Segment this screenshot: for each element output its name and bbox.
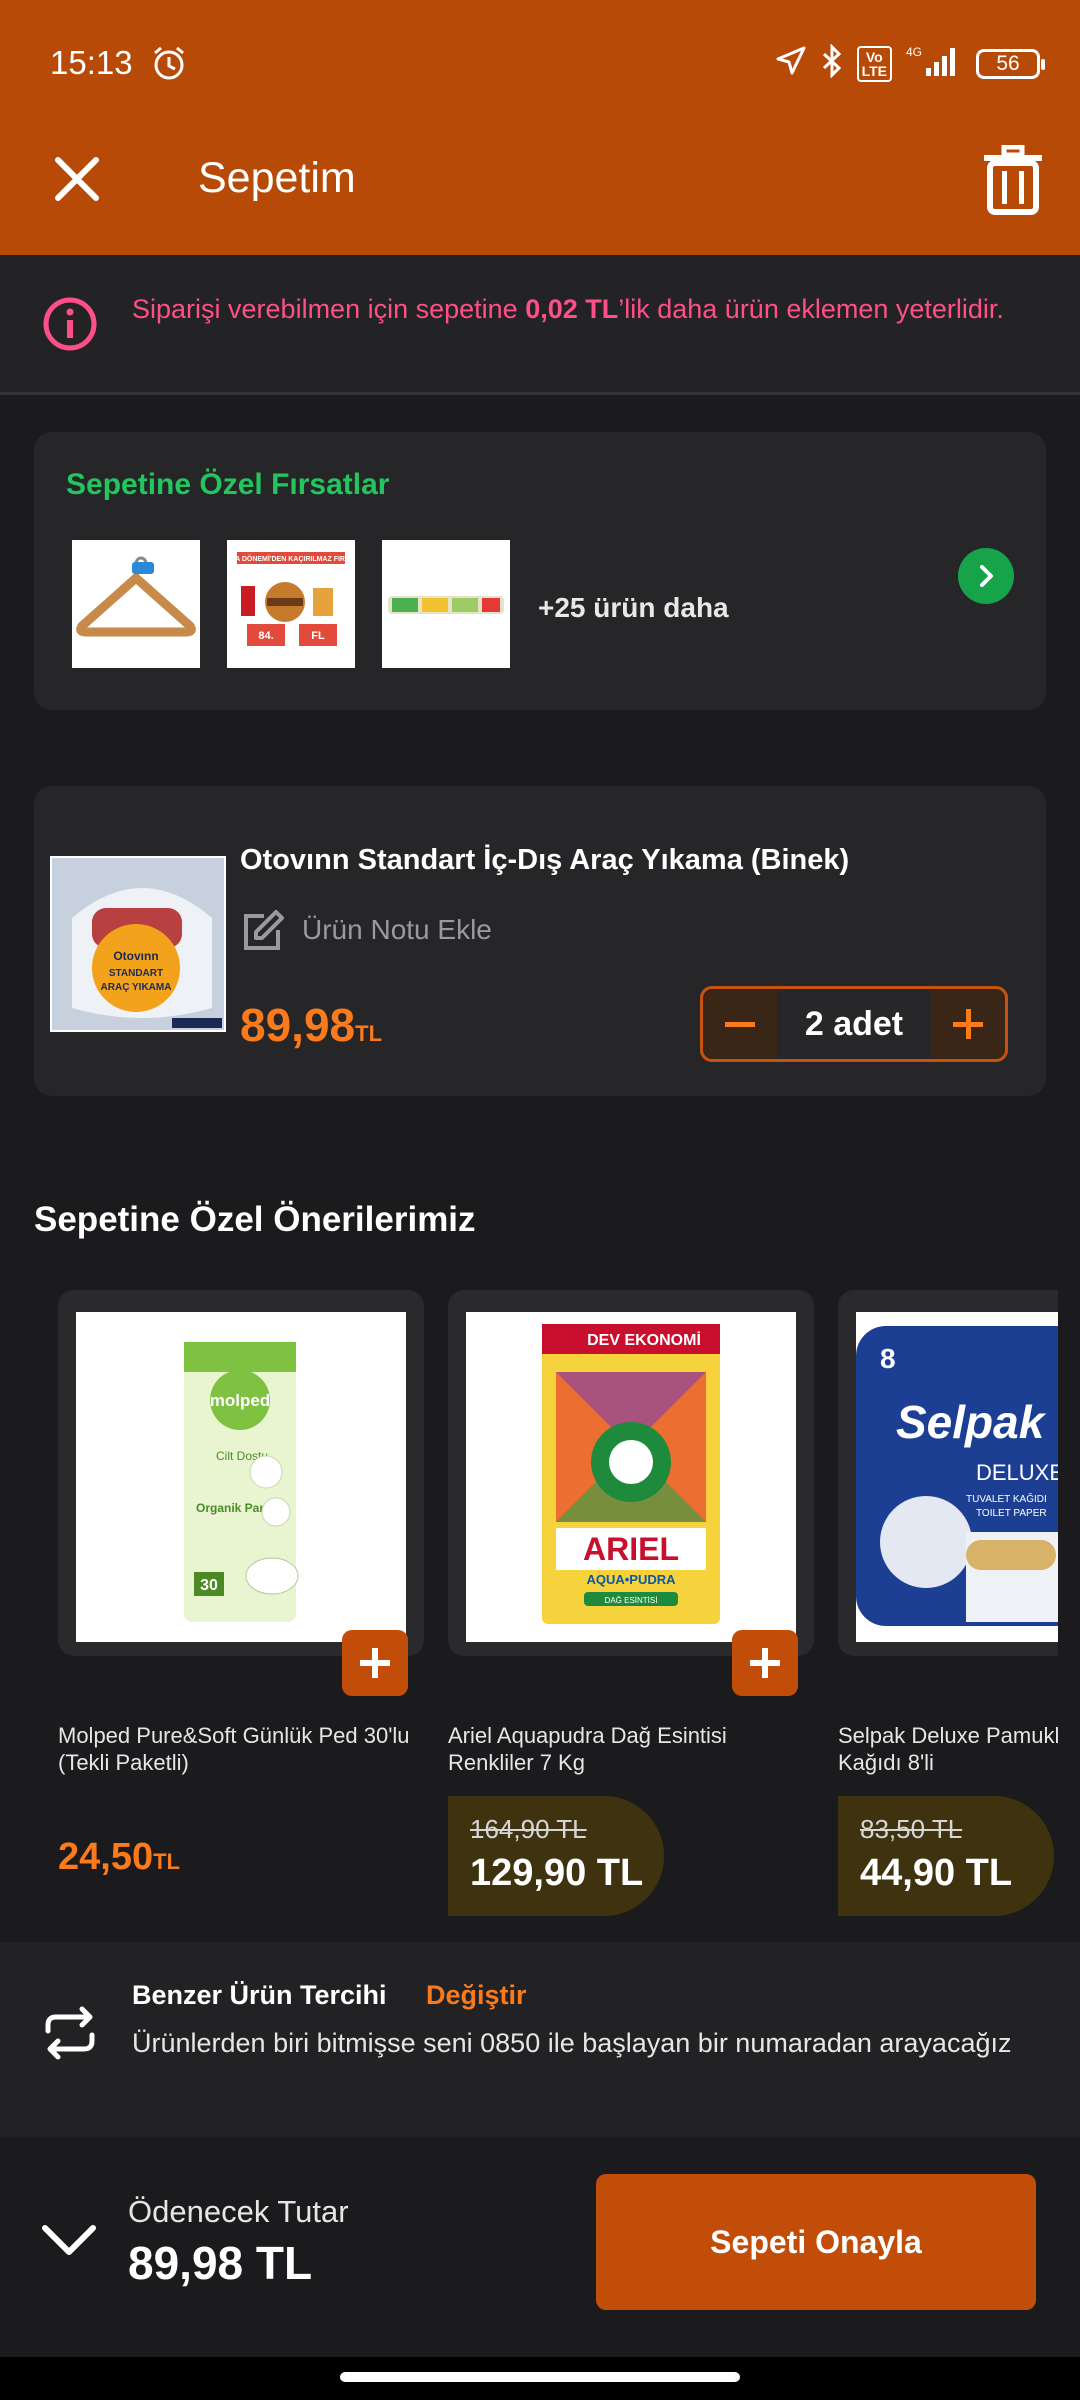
svg-text:8: 8 [880, 1343, 896, 1374]
svg-text:Selpak: Selpak [896, 1396, 1047, 1448]
signal-icon: 4G [906, 44, 962, 83]
quantity-value: 2 adet [777, 989, 931, 1059]
suggestion-price: 24,50TL [58, 1836, 180, 1878]
cart-item-image[interactable]: Otovınn STANDART ARAÇ YIKAMA [50, 856, 226, 1032]
change-preference-link[interactable]: Değiştir [426, 1980, 527, 2011]
svg-text:STANDART: STANDART [109, 968, 163, 979]
chevron-down-icon [42, 2225, 96, 2255]
svg-text:TOILET PAPER: TOILET PAPER [976, 1508, 1047, 1519]
alarm-icon [150, 44, 188, 87]
bluetooth-icon [821, 43, 843, 83]
chevron-right-icon [980, 565, 993, 587]
suggestion-old-price: 164,90 TL [470, 1814, 587, 1844]
suggestion-old-price: 83,50 TL [860, 1814, 963, 1844]
plus-icon [750, 1648, 780, 1678]
add-to-cart-button[interactable] [342, 1630, 408, 1696]
svg-text:ARAÇ YIKAMA: ARAÇ YIKAMA [101, 982, 172, 993]
trash-icon [984, 144, 1042, 215]
preference-title: Benzer Ürün Tercihi [132, 1980, 387, 2010]
suggestion-name[interactable]: Molped Pure&Soft Günlük Ped 30'lu (Tekli… [58, 1722, 418, 1776]
svg-text:30: 30 [200, 1577, 218, 1594]
suggestion-card[interactable]: DEV EKONOMİ ARIEL AQUA•PUDRA DAĞ ESİNTİSİ A… [448, 1290, 814, 1930]
preference-description: Ürünlerden biri bitmişse seni 0850 ile b… [132, 2028, 1012, 2058]
offer-thumb-promo[interactable]: DEVA DÖNEMİ'DEN KAÇIRILMAZ FIRSAT! 84. FL [227, 540, 355, 668]
svg-text:DELUXE: DELUXE [976, 1460, 1058, 1485]
volte-icon: Vo LTE [856, 45, 892, 82]
svg-text:FL: FL [311, 630, 325, 642]
svg-text:DAĞ ESİNTİSİ: DAĞ ESİNTİSİ [605, 1596, 658, 1605]
svg-text:molped: molped [210, 1391, 270, 1410]
offer-thumb-bars[interactable] [382, 540, 510, 668]
edit-note-icon[interactable] [240, 908, 286, 959]
suggestion-name[interactable]: Selpak Deluxe Pamuklu Tuvalet Kağıdı 8'l… [838, 1722, 1058, 1776]
offer-thumb-hanger[interactable] [72, 540, 200, 668]
plus-icon [360, 1648, 390, 1678]
total-label: Ödenecek Tutar [128, 2194, 349, 2229]
svg-text:DEV EKONOMİ: DEV EKONOMİ [587, 1331, 701, 1349]
svg-text:AQUA•PUDRA: AQUA•PUDRA [586, 1572, 676, 1587]
remaining-amount: 0,02 TL [525, 294, 619, 324]
status-time: 15:13 [50, 44, 133, 81]
page-title: Sepetim [198, 154, 356, 202]
svg-text:DEVA DÖNEMİ'DEN KAÇIRILMAZ FIR: DEVA DÖNEMİ'DEN KAÇIRILMAZ FIRSAT! [227, 554, 355, 563]
total-amount: 89,98 TL [128, 2237, 313, 2289]
suggestion-card[interactable]: molped Cilt Dostu Organik Pamuk 30 Molped P… [58, 1290, 424, 1930]
increase-quantity-button[interactable] [931, 989, 1005, 1059]
expand-summary-button[interactable] [40, 2222, 98, 2263]
offers-next-button[interactable] [958, 548, 1014, 604]
suggestion-name[interactable]: Ariel Aquapudra Dağ Esintisi Renkliler 7… [448, 1722, 808, 1776]
suggestion-card[interactable]: 8 Selpak DELUXE TUVALET KAĞIDI TOILET PAPER … [838, 1290, 1058, 1930]
battery-icon: 56 [976, 48, 1045, 79]
add-to-cart-button[interactable] [732, 1630, 798, 1696]
quantity-stepper[interactable]: 2 adet [700, 986, 1008, 1062]
cart-item-name[interactable]: Otovınn Standart İç-Dış Araç Yıkama (Bin… [240, 844, 849, 877]
special-offers-title: Sepetine Özel Fırsatlar [66, 468, 390, 501]
suggestions-title: Sepetine Özel Önerilerimiz [34, 1200, 476, 1239]
close-icon [55, 157, 99, 201]
home-gesture-bar[interactable] [340, 2372, 740, 2382]
suggestion-image-selpak[interactable]: 8 Selpak DELUXE TUVALET KAĞIDI TOILET PAPER [856, 1312, 1058, 1642]
suggestion-image-molped[interactable]: molped Cilt Dostu Organik Pamuk 30 [76, 1312, 406, 1642]
suggestion-price: 129,90 TL [470, 1852, 644, 1894]
plus-icon [953, 1009, 983, 1039]
min-order-message: Siparişi verebilmen için sepetine 0,02 T… [132, 294, 1004, 324]
cart-item-price: 89,98TL [240, 999, 383, 1051]
svg-text:TUVALET KAĞIDI: TUVALET KAĞIDI [966, 1492, 1047, 1505]
confirm-cart-button[interactable]: Sepeti Onayla [596, 2174, 1036, 2310]
info-icon [42, 296, 98, 357]
svg-text:ARIEL: ARIEL [583, 1531, 679, 1567]
suggestions-carousel[interactable]: molped Cilt Dostu Organik Pamuk 30 Molped P… [0, 1290, 1058, 1930]
swap-icon [40, 2005, 100, 2066]
suggestion-image-ariel[interactable]: DEV EKONOMİ ARIEL AQUA•PUDRA DAĞ ESİNTİSİ [466, 1312, 796, 1642]
decrease-quantity-button[interactable] [703, 989, 777, 1059]
svg-text:Otovınn: Otovınn [113, 949, 158, 963]
more-offers-count: +25 ürün daha [538, 592, 729, 623]
minus-icon [725, 1022, 755, 1027]
status-bar: 15:13 Vo LTE 4G 56 [0, 0, 1080, 130]
clear-cart-button[interactable] [982, 144, 1044, 215]
svg-text:4G: 4G [906, 45, 922, 59]
location-icon [775, 45, 807, 82]
add-note-link[interactable]: Ürün Notu Ekle [302, 914, 492, 946]
close-button[interactable] [48, 150, 106, 208]
svg-text:84.: 84. [258, 630, 273, 642]
suggestion-price: 44,90 TL [860, 1852, 1013, 1894]
